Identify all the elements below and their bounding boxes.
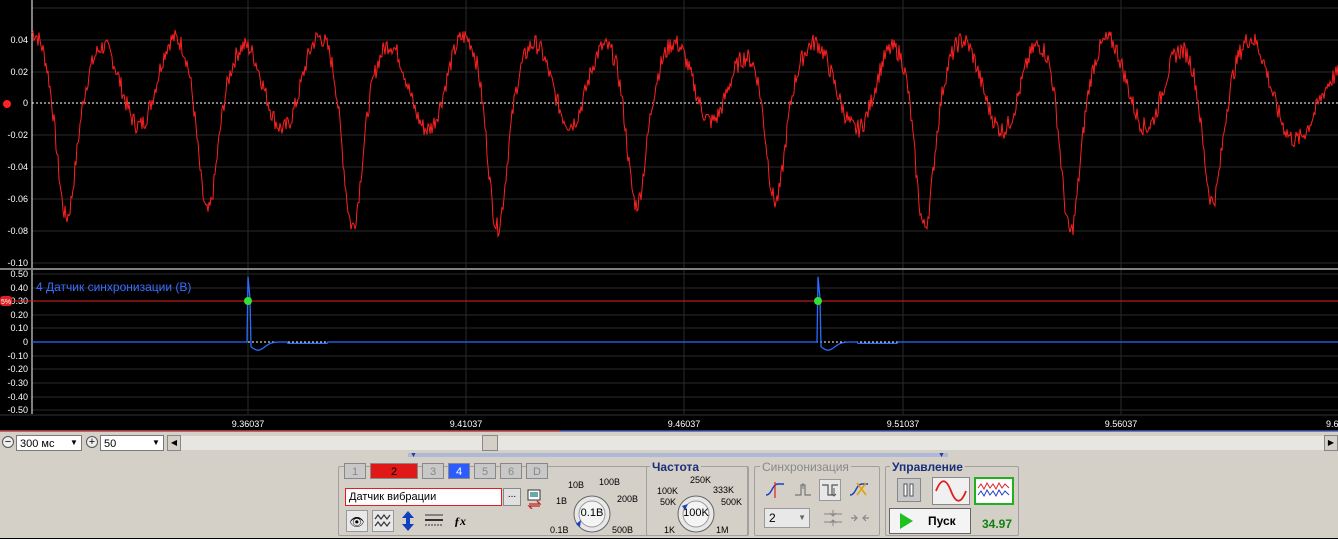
tab-channel-3[interactable]: 3 (422, 463, 444, 479)
oscilloscope-display[interactable]: 0.04 0.02 0 -0.02 -0.04 -0.06 -0.08 -0.1… (0, 0, 1338, 434)
samples-select[interactable]: 50 ▼ (100, 435, 164, 451)
vertical-offset-icon[interactable] (397, 510, 419, 532)
function-fx-icon[interactable]: ƒx (449, 510, 471, 532)
y-tick-label: -0.20 (7, 364, 28, 374)
y-tick-label: -0.02 (7, 130, 28, 140)
sync-channel-value: 2 (769, 511, 776, 525)
y-tick-label: 0 (23, 98, 28, 108)
range-knob-value: 0.1В (580, 507, 604, 519)
y-tick-label: -0.04 (7, 162, 28, 172)
frequency-label: 333K (713, 485, 735, 495)
zoom-in-button[interactable]: + (86, 436, 98, 448)
y-tick-label: -0.10 (7, 258, 28, 268)
time-tick-label: 9.41037 (450, 419, 483, 429)
splitter-arrow-icon: ▼ (938, 452, 945, 459)
splitter-arrow-icon: ▼ (410, 452, 417, 459)
time-tick-label: 9.6 (1326, 419, 1338, 429)
zoom-out-button[interactable]: − (2, 436, 14, 448)
sync-auto-icon[interactable] (848, 479, 870, 501)
timebase-select[interactable]: 300 мс ▼ (16, 435, 82, 451)
time-tick-label: 9.56037 (1105, 419, 1138, 429)
trigger-point-marker (814, 297, 822, 305)
channel-name-field[interactable]: Датчик вибрации (345, 488, 502, 506)
visibility-eye-icon[interactable]: 👁 (346, 510, 368, 532)
run-button-label: Пуск (928, 514, 956, 528)
y-tick-label: -0.50 (7, 405, 28, 415)
time-tick-label: 9.46037 (668, 419, 701, 429)
samples-value: 50 (104, 438, 117, 450)
pause-button[interactable] (897, 478, 921, 502)
y-tick-label: 0.50 (10, 269, 28, 279)
browse-button[interactable]: ... (503, 488, 521, 506)
run-button[interactable]: Пуск (889, 508, 971, 534)
panel-splitter[interactable] (408, 453, 948, 457)
tab-channel-1[interactable]: 1 (344, 463, 366, 479)
frequency-knob-value: 100K (683, 507, 709, 519)
sync-title: Синхронизация (760, 460, 851, 474)
run-counter: 34.97 (982, 517, 1013, 531)
frequency-label: 50K (660, 497, 677, 507)
y-tick-label: 0 (23, 337, 28, 347)
y-tick-label: -0.06 (7, 194, 28, 204)
range-label: 10В (568, 480, 585, 490)
tab-channel-5[interactable]: 5 (474, 463, 496, 479)
filter-wave-icon[interactable] (372, 510, 394, 532)
y-tick-label: -0.10 (7, 351, 28, 361)
time-tick-label: 9.51037 (887, 419, 920, 429)
y-tick-label: 0.04 (10, 35, 28, 45)
y-tick-label: 0.10 (10, 323, 28, 333)
y-tick-label: -0.08 (7, 226, 28, 236)
chevron-down-icon: ▼ (70, 438, 78, 447)
sync-pulse-up-icon[interactable] (792, 479, 814, 501)
control-title: Управление (890, 460, 965, 474)
y-tick-label: 0.40 (10, 283, 28, 293)
sync-channel-select[interactable]: 2 ▼ (764, 508, 810, 528)
sync-rising-edge-icon[interactable] (764, 479, 786, 501)
channel-zero-marker-icon (3, 100, 11, 108)
chevron-down-icon: ▼ (798, 513, 806, 522)
trigger-level-percent: 5% (1, 299, 11, 306)
sync-pulse-down-icon[interactable] (819, 479, 841, 501)
sync-collapse-icon[interactable] (822, 508, 844, 530)
range-label: 0.1В (550, 525, 569, 535)
frequency-label: 500K (721, 497, 743, 507)
frequency-title: Частота (650, 460, 702, 474)
time-tick-label: 9.36037 (232, 419, 265, 429)
sine-mode-button[interactable] (932, 477, 970, 505)
frequency-label: 250K (690, 475, 712, 485)
y-tick-label: 0.02 (10, 67, 28, 77)
tab-channel-2[interactable]: 2 (370, 463, 418, 479)
frequency-label: 100K (657, 486, 679, 496)
range-label: 100В (599, 477, 621, 487)
timebase-toolbar: − 300 мс ▼ + 50 ▼ ◀ ▶ (0, 431, 1338, 454)
multi-trace-button[interactable] (974, 477, 1014, 505)
scroll-left-button[interactable]: ◀ (167, 435, 181, 451)
range-label: 200В (617, 494, 639, 504)
control-panel: ▼ ▼ 1 2 3 4 5 6 D Датчик вибрации ... 👁 … (0, 452, 1338, 538)
play-icon (900, 513, 913, 529)
tab-channel-6[interactable]: 6 (500, 463, 522, 479)
sensor-settings-icon[interactable] (526, 489, 544, 510)
sync-merge-icon[interactable] (849, 508, 871, 530)
horizontal-scrollbar-track[interactable] (181, 436, 1324, 450)
line-style-icon[interactable] (423, 510, 445, 532)
y-tick-label: -0.30 (7, 378, 28, 388)
range-label: 1В (556, 496, 568, 506)
range-label: 500В (612, 525, 634, 535)
chevron-down-icon: ▼ (152, 438, 160, 447)
frequency-label: 1K (664, 525, 676, 535)
tab-channel-digital[interactable]: D (526, 463, 548, 479)
tab-channel-4[interactable]: 4 (448, 463, 470, 479)
scope-svg: 0.04 0.02 0 -0.02 -0.04 -0.06 -0.08 -0.1… (0, 0, 1338, 434)
timebase-value: 300 мс (20, 438, 55, 450)
scroll-right-button[interactable]: ▶ (1324, 435, 1338, 451)
y-tick-label: 0.20 (10, 310, 28, 320)
frequency-label: 1M (716, 525, 729, 535)
trigger-point-marker (244, 297, 252, 305)
scrollbar-thumb[interactable] (482, 435, 498, 451)
channel4-label: 4 Датчик синхронизации (В) (36, 280, 191, 294)
y-tick-label: -0.40 (7, 392, 28, 402)
